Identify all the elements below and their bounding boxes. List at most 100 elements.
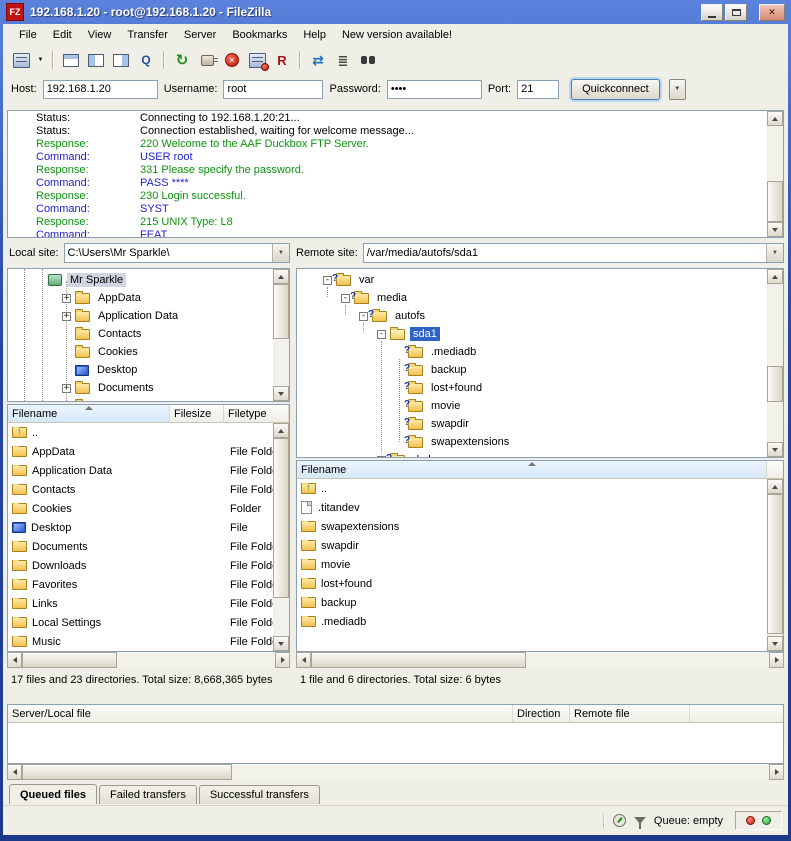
- toggle-queue-button[interactable]: Q: [134, 49, 158, 71]
- reconnect-button[interactable]: R: [270, 49, 294, 71]
- menu-server[interactable]: Server: [176, 27, 224, 43]
- tree-item-movie[interactable]: ? movie: [297, 397, 767, 415]
- menu-new-version-notice[interactable]: New version available!: [334, 27, 460, 43]
- expand-plus-icon[interactable]: +: [377, 456, 386, 458]
- tree-item-contacts[interactable]: Contacts: [8, 325, 273, 343]
- file-row-documents[interactable]: Documents File Folder: [8, 537, 289, 556]
- collapse-minus-icon[interactable]: -: [359, 312, 368, 321]
- file-row-cookies[interactable]: Cookies Folder: [8, 499, 289, 518]
- scroll-down-button[interactable]: [767, 636, 783, 651]
- file-row-swapdir[interactable]: swapdir: [297, 536, 783, 555]
- tree-item-swapextensions[interactable]: ? swapextensions: [297, 433, 767, 451]
- disconnect-button[interactable]: [245, 49, 269, 71]
- file-row-contacts[interactable]: Contacts File Folder: [8, 480, 289, 499]
- username-input[interactable]: [223, 80, 323, 99]
- tree-item-documents[interactable]: + Documents: [8, 379, 273, 397]
- tab-failed-transfers[interactable]: Failed transfers: [99, 785, 197, 804]
- expand-plus-icon[interactable]: +: [62, 312, 71, 321]
- host-input[interactable]: [43, 80, 158, 99]
- menu-file[interactable]: File: [11, 27, 45, 43]
- remote-tree-scrollbar[interactable]: [767, 269, 783, 457]
- tree-item-downloads[interactable]: + Downloads: [8, 397, 273, 401]
- scrollbar-thumb[interactable]: [22, 652, 117, 668]
- local-site-dropdown[interactable]: ▼: [272, 244, 289, 262]
- remote-list-horizontal-scrollbar[interactable]: [296, 652, 784, 668]
- expand-plus-icon[interactable]: +: [62, 294, 71, 303]
- menu-view[interactable]: View: [80, 27, 120, 43]
- tree-item-appdata[interactable]: + AppData: [8, 289, 273, 307]
- toggle-message-log-button[interactable]: [59, 49, 83, 71]
- scroll-down-button[interactable]: [767, 222, 783, 237]
- column-header-remote-file[interactable]: Remote file: [570, 705, 690, 723]
- password-input[interactable]: [387, 80, 482, 99]
- file-row-appdata[interactable]: AppData File Folder: [8, 442, 289, 461]
- menu-help[interactable]: Help: [295, 27, 334, 43]
- refresh-button[interactable]: ↻: [170, 49, 194, 71]
- column-header-filename[interactable]: Filename: [8, 405, 170, 423]
- scrollbar-thumb[interactable]: [767, 181, 783, 222]
- tree-item-autofs[interactable]: - ? autofs: [297, 307, 767, 325]
- scroll-left-button[interactable]: [7, 764, 22, 780]
- expand-plus-icon[interactable]: +: [62, 384, 71, 393]
- column-header-server-local-file[interactable]: Server/Local file: [8, 705, 513, 723]
- scrollbar-thumb[interactable]: [311, 652, 526, 668]
- scrollbar-thumb[interactable]: [767, 366, 783, 402]
- file-row-backup[interactable]: backup: [297, 593, 783, 612]
- file-row-parent-dir[interactable]: ↑..: [297, 479, 783, 498]
- menu-edit[interactable]: Edit: [45, 27, 80, 43]
- file-row-swapextensions[interactable]: swapextensions: [297, 517, 783, 536]
- scroll-up-button[interactable]: [767, 269, 783, 284]
- file-row-local-settings[interactable]: Local Settings File Folder: [8, 613, 289, 632]
- file-row-titandev[interactable]: .titandev: [297, 498, 783, 517]
- toggle-remote-tree-button[interactable]: [109, 49, 133, 71]
- port-input[interactable]: [517, 80, 559, 99]
- collapse-minus-icon[interactable]: -: [323, 276, 332, 285]
- scroll-up-button[interactable]: [273, 423, 289, 438]
- scroll-right-button[interactable]: [769, 764, 784, 780]
- find-files-button[interactable]: [356, 49, 380, 71]
- queue-horizontal-scrollbar[interactable]: [7, 764, 784, 780]
- tree-item-lost-found[interactable]: ? lost+found: [297, 379, 767, 397]
- scroll-up-button[interactable]: [273, 269, 289, 284]
- tree-item-backup[interactable]: ? backup: [297, 361, 767, 379]
- cancel-button[interactable]: ✕: [220, 49, 244, 71]
- file-row-music[interactable]: Music File Folder: [8, 632, 289, 651]
- scroll-left-button[interactable]: [7, 652, 22, 668]
- scrollbar-thumb[interactable]: [767, 494, 783, 634]
- file-row-lost-found[interactable]: lost+found: [297, 574, 783, 593]
- process-queue-button[interactable]: [195, 49, 219, 71]
- menu-bookmarks[interactable]: Bookmarks: [224, 27, 295, 43]
- tree-item-var[interactable]: - ? var: [297, 271, 767, 289]
- tab-successful-transfers[interactable]: Successful transfers: [199, 785, 320, 804]
- scroll-up-button[interactable]: [767, 479, 783, 494]
- scrollbar-thumb[interactable]: [22, 764, 232, 780]
- tree-item-media[interactable]: - ? media: [297, 289, 767, 307]
- scroll-right-button[interactable]: [275, 652, 290, 668]
- log-vertical-scrollbar[interactable]: [767, 111, 783, 237]
- scrollbar-thumb[interactable]: [273, 284, 289, 339]
- column-header-filetype[interactable]: Filetype: [224, 405, 289, 423]
- tree-item-dvd[interactable]: + ? dvd: [297, 451, 767, 457]
- collapse-minus-icon[interactable]: -: [377, 330, 386, 339]
- file-row-downloads[interactable]: Downloads File Folder: [8, 556, 289, 575]
- synchronized-browsing-button[interactable]: ⇄: [306, 49, 330, 71]
- tree-item-mediadb[interactable]: ? .mediadb: [297, 343, 767, 361]
- tree-item-swapdir[interactable]: ? swapdir: [297, 415, 767, 433]
- directory-comparison-button[interactable]: ≣: [331, 49, 355, 71]
- file-row-favorites[interactable]: Favorites File Folder: [8, 575, 289, 594]
- column-header-filesize[interactable]: Filesize: [170, 405, 224, 423]
- tab-queued-files[interactable]: Queued files: [9, 784, 97, 804]
- remote-site-combobox[interactable]: /var/media/autofs/sda1 ▼: [363, 243, 784, 263]
- site-manager-button[interactable]: [9, 49, 33, 71]
- local-list-horizontal-scrollbar[interactable]: [7, 652, 290, 668]
- speed-limits-icon[interactable]: [613, 814, 626, 827]
- scroll-down-button[interactable]: [273, 636, 289, 651]
- toggle-local-tree-button[interactable]: [84, 49, 108, 71]
- file-row-movie[interactable]: movie: [297, 555, 783, 574]
- local-list-scrollbar[interactable]: [273, 423, 289, 651]
- tree-item-cookies[interactable]: Cookies: [8, 343, 273, 361]
- local-site-combobox[interactable]: C:\Users\Mr Sparkle\ ▼: [64, 243, 290, 263]
- site-manager-dropdown[interactable]: ▼: [34, 49, 47, 71]
- file-row-desktop[interactable]: Desktop File: [8, 518, 289, 537]
- scroll-down-button[interactable]: [767, 442, 783, 457]
